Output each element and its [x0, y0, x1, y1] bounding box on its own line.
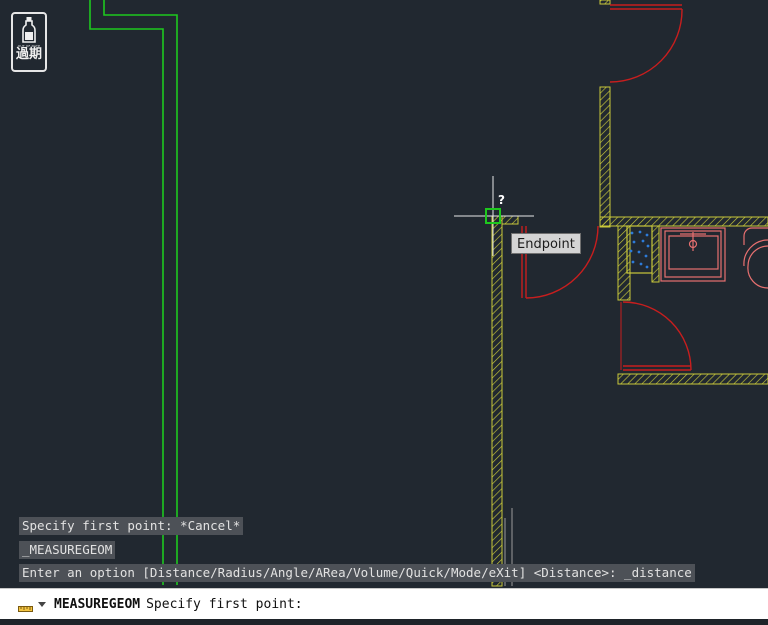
osnap-tooltip: Endpoint [511, 233, 581, 254]
measure-ruler-icon[interactable] [18, 599, 33, 612]
bottle-icon [22, 17, 36, 43]
sink [660, 227, 726, 282]
green-polyline [89, 0, 178, 585]
command-history-line: Enter an option [Distance/Radius/Angle/A… [19, 564, 695, 582]
out-of-date-logo: OUT OF DATE 過期 [11, 12, 47, 72]
dropdown-arrow-icon[interactable] [38, 601, 46, 607]
active-command-name: MEASUREGEOM [54, 596, 141, 612]
command-input[interactable] [303, 589, 768, 619]
command-line[interactable]: MEASUREGEOM Specify first point: [0, 588, 768, 619]
walls [491, 0, 768, 587]
command-history-line: _MEASUREGEOM [19, 541, 116, 559]
shower [626, 225, 653, 274]
status-strip [0, 619, 768, 625]
command-prompt: Specify first point: [146, 596, 303, 612]
toilet [743, 227, 768, 289]
cursor-question-badge: ? [498, 193, 505, 207]
command-history-line: Specify first point: *Cancel* [19, 517, 244, 535]
logo-big-text: 過期 [15, 47, 42, 62]
